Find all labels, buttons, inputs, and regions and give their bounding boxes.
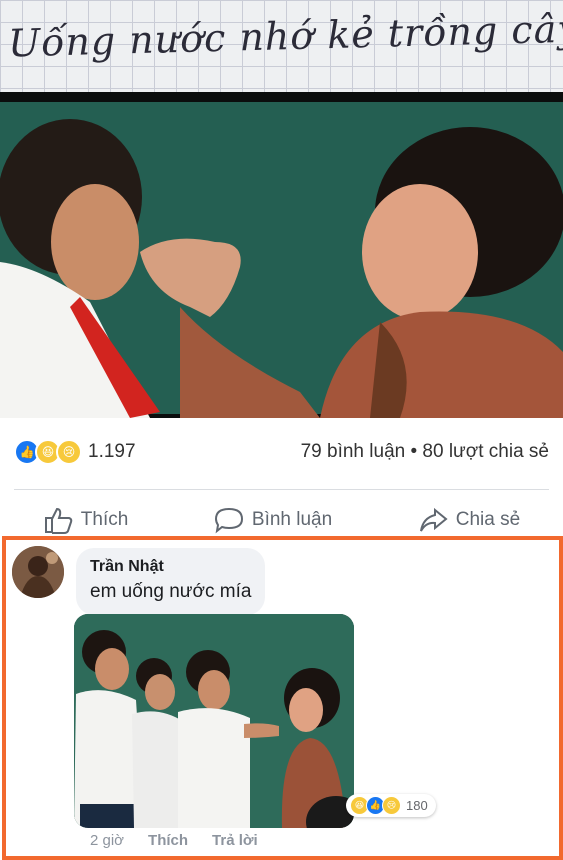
- share-button[interactable]: Chia sẻ: [418, 506, 520, 534]
- like-label: Thích: [80, 509, 129, 530]
- comment-bubble-icon: [214, 507, 243, 534]
- comment-photo[interactable]: [74, 614, 354, 828]
- comment-reply-link[interactable]: Trả lời: [212, 832, 258, 849]
- sad-icon: 😢: [382, 796, 401, 815]
- share-label: Chia sẻ: [455, 509, 521, 530]
- highlighted-comment: Trần Nhật em uống nước mía 😆 👍 😢 180 2 g…: [2, 536, 563, 860]
- divider: [14, 489, 549, 490]
- reaction-count: 1.197: [88, 441, 136, 462]
- classroom-illustration: [0, 102, 563, 418]
- comment-reactions[interactable]: 😆 👍 😢 180: [346, 794, 436, 817]
- separator-dot: •: [410, 441, 418, 462]
- post-photo[interactable]: [0, 92, 563, 418]
- comment-text: em uống nước mía: [90, 581, 252, 602]
- sad-icon: 😢: [56, 439, 82, 465]
- comment-bubble: Trần Nhật em uống nước mía: [76, 548, 266, 615]
- share-arrow-icon: [419, 507, 448, 532]
- post-stats-row: 👍 😆 😢 1.197 79 bình luận • 80 lượt chia …: [0, 430, 563, 474]
- comment-reaction-count: 180: [406, 798, 428, 813]
- engagement-counts: 79 bình luận • 80 lượt chia sẻ: [301, 441, 563, 463]
- reactions-summary[interactable]: 👍 😆 😢 1.197: [0, 439, 136, 465]
- comments-count-link[interactable]: 79 bình luận: [301, 441, 406, 462]
- comment-label: Bình luận: [251, 509, 333, 530]
- comment-time[interactable]: 2 giờ: [90, 832, 124, 849]
- thumbs-up-icon: [44, 507, 73, 534]
- comment-button[interactable]: Bình luận: [214, 506, 332, 534]
- like-button[interactable]: Thích: [43, 506, 129, 534]
- handwritten-note: Uống nước nhớ kẻ trồng cây: [0, 0, 563, 92]
- comment-meta: 2 giờ Thích Trả lời: [90, 832, 258, 849]
- shares-count-link[interactable]: 80 lượt chia sẻ: [422, 441, 549, 462]
- handwritten-title: Uống nước nhớ kẻ trồng cây: [7, 6, 563, 66]
- comment-like-link[interactable]: Thích: [148, 832, 188, 849]
- comment-author[interactable]: Trần Nhật: [90, 558, 251, 576]
- avatar[interactable]: [12, 546, 64, 598]
- action-bar: Thích Bình luận Chia sẻ: [0, 500, 563, 540]
